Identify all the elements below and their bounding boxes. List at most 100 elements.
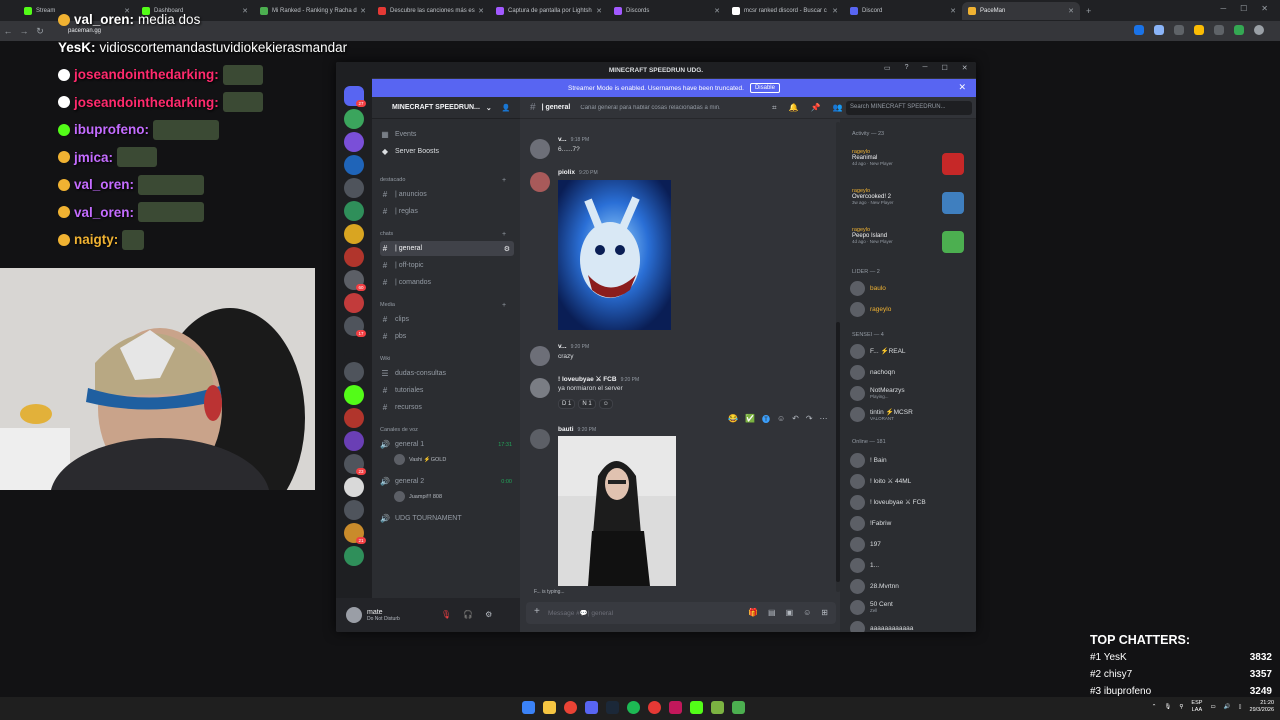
gif-icon[interactable]: ▤ <box>768 608 776 617</box>
extension-icon[interactable] <box>1174 25 1184 35</box>
server-icon[interactable] <box>344 546 364 566</box>
extension-icon[interactable] <box>1134 25 1144 35</box>
back-icon[interactable]: ← <box>0 26 16 36</box>
avatar[interactable] <box>530 346 550 366</box>
category-wiki[interactable]: Wiki <box>380 356 390 362</box>
discord-icon[interactable] <box>585 701 598 714</box>
extension-icon[interactable] <box>1214 25 1224 35</box>
minimize-icon[interactable]: ─ <box>1220 4 1226 13</box>
attach-icon[interactable]: + <box>534 606 540 617</box>
close-icon[interactable]: ✕ <box>958 82 966 93</box>
sticker-icon[interactable]: ▣ <box>786 608 794 617</box>
file-explorer-icon[interactable] <box>543 701 556 714</box>
channel-topic[interactable]: Canal general para hablar cosas relacion… <box>580 105 720 111</box>
new-tab-icon[interactable]: + <box>1086 6 1091 16</box>
forward-icon[interactable]: ↷ <box>806 414 813 425</box>
pin-icon[interactable]: 📌 <box>810 103 820 113</box>
volume-icon[interactable]: 🔊 <box>1224 704 1231 710</box>
browser-tab[interactable]: Descubre las canciones más es ✕ <box>372 2 490 20</box>
check-icon[interactable]: ✅ <box>745 414 755 425</box>
channel-general[interactable]: # | general ⚙ <box>380 241 514 256</box>
message-image[interactable] <box>558 180 671 330</box>
member-item[interactable]: 197 <box>850 535 968 553</box>
server-icon[interactable] <box>344 201 364 221</box>
channel-dudas-consultas[interactable]: ☰ dudas-consultas <box>380 366 514 381</box>
browser-tab[interactable]: Discords ✕ <box>608 2 726 20</box>
server-boosts-item[interactable]: ◆ Server Boosts <box>380 144 514 159</box>
reaction[interactable]: N 1 <box>578 399 596 409</box>
emoji-icon[interactable]: ☺ <box>803 608 811 617</box>
voice-user[interactable]: Vashi ⚡GOLD <box>394 454 446 465</box>
spotify-icon[interactable] <box>627 701 640 714</box>
server-icon[interactable] <box>344 155 364 175</box>
server-icon[interactable] <box>344 109 364 129</box>
channel-off-topic[interactable]: # | off-topic <box>380 258 514 273</box>
network-icon[interactable]: ▭ <box>1210 704 1215 710</box>
member-item[interactable]: ! loito ⚔ 44ML <box>850 472 968 490</box>
deafen-icon[interactable]: 🎧 <box>463 610 473 619</box>
reaction-icon[interactable]: 🅣 <box>762 414 770 425</box>
more-icon[interactable]: ⋯ <box>820 414 828 425</box>
server-icon[interactable] <box>344 408 364 428</box>
add-channel-icon[interactable]: + <box>502 231 506 238</box>
mic-icon[interactable]: 🎙 <box>1164 704 1171 710</box>
members-icon[interactable]: 👥 <box>832 103 842 113</box>
close-icon[interactable]: ✕ <box>962 64 968 72</box>
channel-comandos[interactable]: # | comandos <box>380 275 514 290</box>
member-item[interactable]: !Fabriw <box>850 514 968 532</box>
search-input[interactable]: Search MINECRAFT SPEEDRUN... <box>846 101 972 115</box>
reaction[interactable]: D 1 <box>558 399 576 409</box>
close-tab-icon[interactable]: ✕ <box>596 7 602 15</box>
minecraft-icon[interactable] <box>711 701 724 714</box>
threads-icon[interactable]: ⌗ <box>772 103 777 113</box>
extension-icon[interactable] <box>1234 25 1244 35</box>
add-reaction-icon[interactable]: ☺ <box>777 414 785 425</box>
language-indicator[interactable]: ESP LAA <box>1191 700 1202 714</box>
activity-card[interactable]: rageylo Overcooked! 2 3w ago · New Player <box>852 188 970 220</box>
voice-channel-general-1[interactable]: 🔊 general 1 17:31 <box>380 437 514 452</box>
add-user-icon[interactable]: 👤 <box>502 104 511 112</box>
close-tab-icon[interactable]: ✕ <box>832 7 838 15</box>
help-icon[interactable]: ? <box>905 64 909 72</box>
app-icon[interactable] <box>669 701 682 714</box>
activity-card[interactable]: rageylo Reanimal 4d ago · New Player <box>852 149 970 181</box>
extension-icon[interactable] <box>1154 25 1164 35</box>
voice-channel-general-2[interactable]: 🔊 general 2 0:00 <box>380 474 514 489</box>
server-icon[interactable] <box>344 247 364 267</box>
close-tab-icon[interactable]: ✕ <box>950 7 956 15</box>
add-channel-icon[interactable]: + <box>502 302 506 309</box>
add-channel-icon[interactable]: + <box>502 177 506 184</box>
battery-icon[interactable]: ▯ <box>1239 704 1242 710</box>
close-icon[interactable]: ✕ <box>1261 4 1268 13</box>
close-tab-icon[interactable]: ✕ <box>1068 7 1074 15</box>
message-author[interactable]: piolix 9:20 PM <box>558 169 598 176</box>
server-icon[interactable] <box>344 385 364 405</box>
reload-icon[interactable]: ↻ <box>32 26 48 37</box>
voice-user[interactable]: Juampi!!! 808 <box>394 491 442 502</box>
channel-pbs[interactable]: # pbs <box>380 329 514 344</box>
browser-tab[interactable]: mcsr ranked discord - Buscar c ✕ <box>726 2 844 20</box>
channel-tutoriales[interactable]: # tutoriales <box>380 383 514 398</box>
obs-icon[interactable] <box>648 701 661 714</box>
server-icon[interactable] <box>344 477 364 497</box>
extension-icon[interactable] <box>1194 25 1204 35</box>
gift-icon[interactable]: 🎁 <box>748 608 758 617</box>
member-item[interactable]: nachoqn <box>850 363 968 381</box>
reply-icon[interactable]: ↶ <box>792 414 799 425</box>
wifi-icon[interactable]: ⚲ <box>1179 704 1183 710</box>
member-item[interactable]: tintin ⚡MCSR VALORANT <box>850 405 968 423</box>
mute-icon[interactable]: 🎙 <box>441 610 451 619</box>
member-item[interactable]: rageylo <box>850 300 968 318</box>
channel-recursos[interactable]: # recursos <box>380 400 514 415</box>
settings-icon[interactable]: ⚙ <box>485 610 492 619</box>
browser-tab[interactable]: PaceMan ✕ <box>962 1 1080 20</box>
steam-icon[interactable] <box>606 701 619 714</box>
server-icon[interactable] <box>344 178 364 198</box>
message-author[interactable]: v... 9:18 PM <box>558 136 589 143</box>
avatar[interactable] <box>346 607 362 623</box>
message-author[interactable]: v... 9:20 PM <box>558 343 589 350</box>
close-tab-icon[interactable]: ✕ <box>360 7 366 15</box>
minimize-icon[interactable]: ─ <box>923 64 928 72</box>
server-icon[interactable] <box>344 362 364 382</box>
member-item[interactable]: baulo <box>850 279 968 297</box>
